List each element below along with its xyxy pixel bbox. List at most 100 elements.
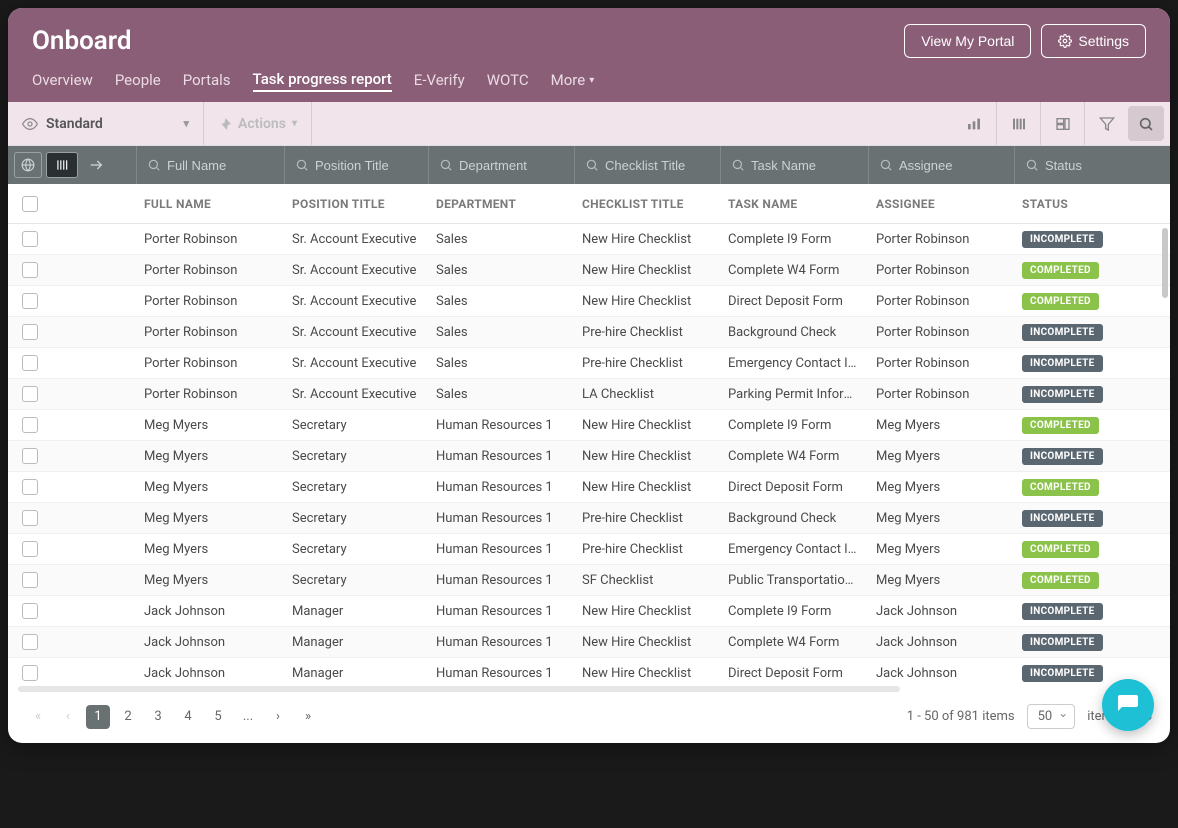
table-row[interactable]: Meg MyersSecretaryHuman Resources 1New H… (8, 441, 1170, 472)
select-all-checkbox[interactable] (22, 196, 38, 212)
cell-assignee: Jack Johnson (868, 666, 1014, 681)
table-row[interactable]: Meg MyersSecretaryHuman Resources 1Pre-h… (8, 534, 1170, 565)
page-last-button[interactable]: » (296, 705, 320, 729)
col-header-checklist-title[interactable]: CHECKLIST TITLE (574, 197, 720, 211)
filter-full-name[interactable] (136, 146, 284, 184)
filter-status[interactable] (1014, 146, 1116, 184)
page-prev-button[interactable]: ‹ (56, 705, 80, 729)
horizontal-scrollbar[interactable] (8, 684, 1170, 694)
row-checkbox[interactable] (22, 665, 38, 681)
nav-more[interactable]: More ▾ (551, 70, 595, 92)
view-my-portal-button[interactable]: View My Portal (904, 24, 1031, 58)
cell-full-name: Porter Robinson (136, 263, 284, 278)
filter-assignee[interactable] (868, 146, 1014, 184)
cell-status: COMPLETED (1014, 417, 1116, 434)
row-checkbox[interactable] (22, 541, 38, 557)
filter-department-input[interactable] (459, 158, 564, 173)
col-header-status[interactable]: STATUS (1014, 197, 1116, 211)
filter-department[interactable] (428, 146, 574, 184)
col-header-assignee[interactable]: ASSIGNEE (868, 197, 1014, 211)
row-checkbox[interactable] (22, 634, 38, 650)
cell-task-name: Direct Deposit Form (720, 294, 868, 309)
cell-status: INCOMPLETE (1014, 665, 1116, 682)
nav-people[interactable]: People (115, 70, 161, 92)
nav-overview[interactable]: Overview (32, 70, 93, 92)
filter-button[interactable] (1084, 102, 1128, 145)
col-header-full-name[interactable]: FULL NAME (136, 197, 284, 211)
vertical-scrollbar-thumb[interactable] (1162, 228, 1168, 298)
row-checkbox[interactable] (22, 603, 38, 619)
nav-wotc[interactable]: WOTC (487, 70, 529, 92)
chart-view-button[interactable] (952, 102, 996, 145)
table-row[interactable]: Meg MyersSecretaryHuman Resources 1Pre-h… (8, 503, 1170, 534)
row-checkbox[interactable] (22, 479, 38, 495)
cell-full-name: Meg Myers (136, 480, 284, 495)
scrollbar-thumb[interactable] (18, 686, 900, 692)
table-row[interactable]: Porter RobinsonSr. Account ExecutiveSale… (8, 224, 1170, 255)
filter-task-name[interactable] (720, 146, 868, 184)
page-number-4[interactable]: 4 (176, 705, 200, 729)
columns-button[interactable] (996, 102, 1040, 145)
row-checkbox[interactable] (22, 293, 38, 309)
row-checkbox[interactable] (22, 448, 38, 464)
search-button[interactable] (1128, 106, 1164, 141)
row-checkbox[interactable] (22, 231, 38, 247)
col-header-department[interactable]: DEPARTMENT (428, 197, 574, 211)
expand-columns[interactable] (82, 152, 110, 178)
row-checkbox[interactable] (22, 355, 38, 371)
nav-e-verify[interactable]: E-Verify (414, 70, 465, 92)
cell-position-title: Secretary (284, 573, 428, 588)
table-row[interactable]: Meg MyersSecretaryHuman Resources 1New H… (8, 410, 1170, 441)
nav-portals[interactable]: Portals (183, 70, 231, 92)
layout-button[interactable] (1040, 102, 1084, 145)
table-row[interactable]: Meg MyersSecretaryHuman Resources 1New H… (8, 472, 1170, 503)
view-selector[interactable]: Standard ▾ (8, 102, 204, 145)
table-row[interactable]: Porter RobinsonSr. Account ExecutiveSale… (8, 317, 1170, 348)
row-checkbox-cell (8, 231, 136, 247)
settings-button[interactable]: Settings (1041, 24, 1146, 58)
page-first-button[interactable]: « (26, 705, 50, 729)
filter-checklist-title-input[interactable] (605, 158, 710, 173)
row-checkbox[interactable] (22, 417, 38, 433)
page-number-5[interactable]: 5 (206, 705, 230, 729)
filter-position-title-input[interactable] (315, 158, 418, 173)
columns-icon (1011, 116, 1027, 132)
cell-full-name: Porter Robinson (136, 387, 284, 402)
col-header-position-title[interactable]: POSITION TITLE (284, 197, 428, 211)
perpage-select[interactable]: 50 (1027, 704, 1076, 729)
row-checkbox[interactable] (22, 324, 38, 340)
nav-task-progress-report[interactable]: Task progress report (253, 70, 392, 92)
table-row[interactable]: Meg MyersSecretaryHuman Resources 1SF Ch… (8, 565, 1170, 596)
page-next-button[interactable]: › (266, 705, 290, 729)
row-checkbox[interactable] (22, 510, 38, 526)
row-checkbox[interactable] (22, 386, 38, 402)
filter-assignee-input[interactable] (899, 158, 1004, 173)
actions-dropdown[interactable]: Actions ▾ (204, 102, 312, 145)
row-checkbox[interactable] (22, 572, 38, 588)
filter-task-name-input[interactable] (751, 158, 858, 173)
filter-full-name-input[interactable] (167, 158, 274, 173)
page-number-...[interactable]: ... (236, 705, 260, 729)
page-number-3[interactable]: 3 (146, 705, 170, 729)
row-checkbox-cell (8, 448, 136, 464)
chat-button[interactable] (1102, 679, 1154, 731)
page-number-2[interactable]: 2 (116, 705, 140, 729)
cell-checklist-title: New Hire Checklist (574, 449, 720, 464)
table-row[interactable]: Jack JohnsonManagerHuman Resources 1New … (8, 658, 1170, 684)
density-toggle[interactable] (46, 152, 78, 178)
table-row[interactable]: Porter RobinsonSr. Account ExecutiveSale… (8, 379, 1170, 410)
table-row[interactable]: Jack JohnsonManagerHuman Resources 1New … (8, 596, 1170, 627)
page-number-1[interactable]: 1 (86, 705, 110, 729)
table-row[interactable]: Porter RobinsonSr. Account ExecutiveSale… (8, 348, 1170, 379)
col-header-task-name[interactable]: TASK NAME (720, 197, 868, 211)
filter-checklist-title[interactable] (574, 146, 720, 184)
filter-status-input[interactable] (1045, 158, 1106, 173)
table-row[interactable]: Jack JohnsonManagerHuman Resources 1New … (8, 627, 1170, 658)
cell-assignee: Porter Robinson (868, 263, 1014, 278)
row-checkbox[interactable] (22, 262, 38, 278)
globe-toggle[interactable] (14, 152, 42, 178)
table-row[interactable]: Porter RobinsonSr. Account ExecutiveSale… (8, 255, 1170, 286)
table-row[interactable]: Porter RobinsonSr. Account ExecutiveSale… (8, 286, 1170, 317)
row-checkbox-cell (8, 262, 136, 278)
filter-position-title[interactable] (284, 146, 428, 184)
